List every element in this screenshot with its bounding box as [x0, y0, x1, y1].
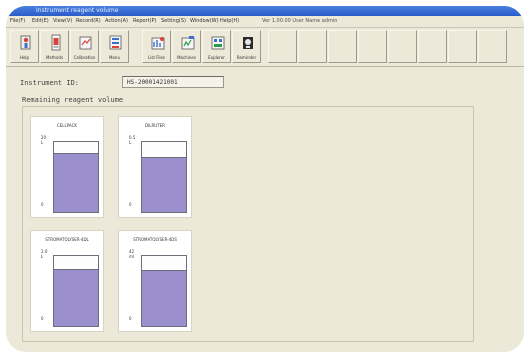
menu-icon — [109, 35, 122, 50]
toolbar-machines-button[interactable]: Machines — [172, 30, 201, 63]
toolbar-menu-button[interactable]: Menu — [100, 30, 129, 63]
reagent-card-dilruter: DILRUTER 0.5 L 0 — [118, 116, 192, 218]
menu-window[interactable]: Window(W) — [190, 18, 219, 24]
toolbar-help-button[interactable]: Help — [10, 30, 39, 63]
instrument-id-label: Instrument ID: — [20, 79, 80, 87]
machines-icon — [181, 36, 195, 50]
toolbar-empty-slot — [388, 30, 417, 63]
instrument-id-field[interactable]: HS-20001421001 — [122, 76, 224, 88]
version-user-info: Ver 1.00.00 User Name admin — [262, 18, 338, 24]
toolbar-methods-button[interactable]: Methods — [40, 30, 69, 63]
reagent-name: DILRUTER — [145, 123, 165, 128]
toolbar-reminder-button[interactable]: Reminder — [232, 30, 261, 63]
reagent-min-volume: 0 — [129, 202, 132, 207]
instrument-id-value: HS-20001421001 — [127, 79, 178, 86]
explorer-icon — [211, 36, 225, 50]
menu-setting[interactable]: Setting(S) — [161, 18, 186, 24]
reagent-card-stromatolyser-4ds: STROMATOLYSER-4DS 42 ml 0 — [118, 230, 192, 332]
toolbar-empty-slot — [328, 30, 357, 63]
reagent-max-volume: 20 L — [41, 135, 47, 145]
reagent-max-volume: 2.0 L — [41, 249, 48, 259]
toolbar-empty-slot — [478, 30, 507, 63]
menu-record[interactable]: Record(R) — [76, 18, 101, 24]
menu-help[interactable]: Help(H) — [220, 18, 239, 24]
menu-view[interactable]: View(V) — [53, 18, 72, 24]
toolbar-help-label: Help — [19, 55, 30, 60]
calibration-icon — [79, 36, 92, 50]
reagent-level-fill — [142, 157, 186, 212]
reagent-name: STROMATOLYSER-4DL — [45, 237, 89, 242]
help-icon — [20, 35, 31, 50]
reagent-min-volume: 0 — [41, 202, 44, 207]
reagent-tank — [141, 255, 187, 327]
toolbar-reminder-label: Reminder — [236, 55, 257, 60]
toolbar-explorer-button[interactable]: Explorer — [202, 30, 231, 63]
reagent-level-fill — [142, 270, 186, 326]
toolbar-methods-label: Methods — [45, 55, 64, 60]
toolbar-machines-label: Machines — [177, 55, 196, 60]
toolbar-explorer-label: Explorer — [208, 55, 225, 60]
toolbar-list-files-button[interactable]: List Files — [142, 30, 171, 63]
reagent-name: CELLPACK — [56, 123, 77, 128]
toolbar-calibration-label: Calibration — [73, 55, 96, 60]
toolbar-empty-slot — [358, 30, 387, 63]
menu-edit[interactable]: Edit(E) — [32, 18, 49, 24]
reagent-max-volume: 42 ml — [129, 249, 135, 259]
application-window: Instrument reagent volume File(F) Edit(E… — [6, 6, 524, 352]
menu-file[interactable]: File(F) — [10, 18, 25, 24]
reagent-level-fill — [54, 152, 98, 212]
toolbar-menu-label: Menu — [109, 55, 120, 60]
toolbar-empty-slot — [298, 30, 327, 63]
reagent-card-cellpack: CELLPACK 20 L 0 — [30, 116, 104, 218]
methods-icon — [51, 34, 61, 51]
window-title: Instrument reagent volume — [36, 7, 119, 14]
reagent-tank — [53, 255, 99, 327]
toolbar-empty-slot — [268, 30, 297, 63]
toolbar-empty-slot — [448, 30, 477, 63]
reagent-max-volume: 0.5 L — [129, 135, 136, 145]
reagent-name: STROMATOLYSER-4DS — [133, 237, 177, 242]
menu-action[interactable]: Action(A) — [105, 18, 128, 24]
reagent-min-volume: 0 — [129, 316, 132, 321]
menu-bar: File(F) Edit(E) View(V) Record(R) Action… — [6, 16, 524, 28]
menu-report[interactable]: Report(P) — [133, 18, 157, 24]
list-files-icon — [151, 37, 165, 50]
reagent-group-label: Remaining reagent volume — [22, 96, 124, 104]
reagent-min-volume: 0 — [41, 316, 44, 321]
reagent-tank — [53, 141, 99, 213]
reagent-card-stromatolyser-4dl: STROMATOLYSER-4DL 2.0 L 0 — [30, 230, 104, 332]
toolbar-calibration-button[interactable]: Calibration — [70, 30, 99, 63]
toolbar: Help Methods Calibration Menu List Files… — [6, 28, 524, 67]
reagent-level-fill — [54, 268, 98, 326]
reminder-icon — [243, 37, 253, 49]
toolbar-list-files-label: List Files — [147, 55, 166, 60]
toolbar-empty-slot — [418, 30, 447, 63]
reagent-tank — [141, 141, 187, 213]
title-bar: Instrument reagent volume — [6, 6, 524, 16]
